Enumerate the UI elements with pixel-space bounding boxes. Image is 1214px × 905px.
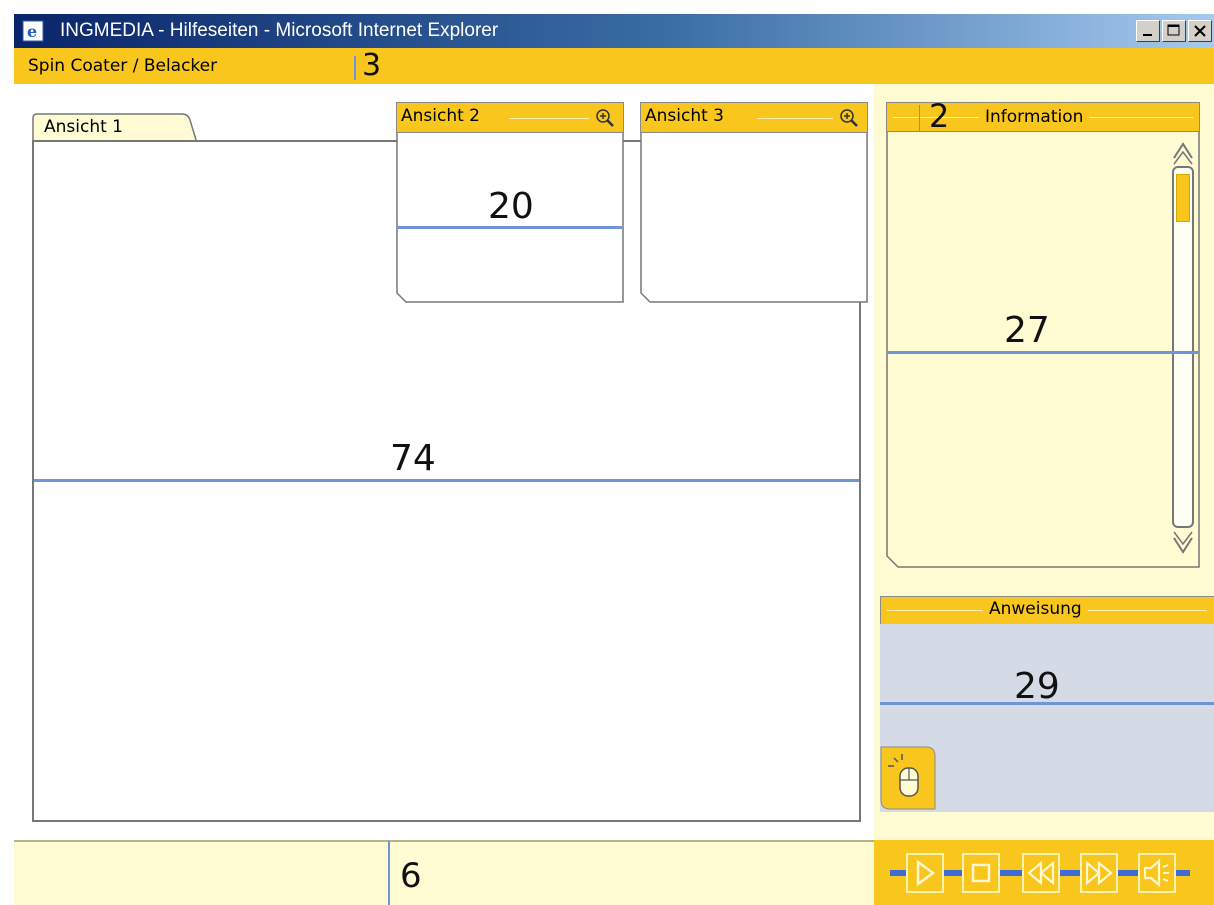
footer-annotation: 6 xyxy=(400,856,422,896)
view-title: Ansicht 3 xyxy=(645,106,724,126)
header-divider xyxy=(354,56,356,80)
close-button[interactable] xyxy=(1188,20,1212,42)
footer-status xyxy=(388,840,874,905)
instruction-header: Anweisung xyxy=(880,596,1214,624)
maximize-icon xyxy=(1167,24,1180,36)
mouse-click-icon[interactable] xyxy=(880,746,936,810)
zoom-in-icon[interactable] xyxy=(839,108,859,128)
section-title: Spin Coater / Belacker xyxy=(28,56,218,76)
maximize-button[interactable] xyxy=(1162,20,1186,42)
footer-left xyxy=(14,840,388,905)
stop-button[interactable] xyxy=(962,853,1000,893)
window-title: INGMEDIA - Hilfeseiten - Microsoft Inter… xyxy=(60,20,499,41)
speaker-icon xyxy=(1143,858,1169,888)
section-header: Spin Coater / Belacker 3 xyxy=(14,48,1214,84)
play-icon xyxy=(916,859,936,887)
main-view-annotation: 74 xyxy=(390,438,436,479)
rewind-icon xyxy=(1027,860,1055,886)
zoom-in-icon[interactable] xyxy=(595,108,615,128)
browser-window: e INGMEDIA - Hilfeseiten - Microsoft Int… xyxy=(0,0,1214,905)
view-ansicht-3[interactable]: Ansicht 3 xyxy=(640,102,868,303)
view-header: Ansicht 3 xyxy=(640,102,868,133)
svg-text:e: e xyxy=(27,22,37,41)
information-header-annotation: 2 xyxy=(929,97,950,135)
view-title: Ansicht 2 xyxy=(401,106,480,126)
view-header: Ansicht 2 xyxy=(396,102,624,133)
volume-button[interactable] xyxy=(1138,853,1176,893)
information-annotation: 27 xyxy=(1004,310,1050,351)
title-bar: e INGMEDIA - Hilfeseiten - Microsoft Int… xyxy=(14,14,1214,48)
information-title: Information xyxy=(979,107,1090,127)
header-line xyxy=(509,118,589,119)
minimize-button[interactable] xyxy=(1136,20,1160,42)
scrollbar-thumb[interactable] xyxy=(1176,174,1190,222)
rewind-button[interactable] xyxy=(1022,853,1060,893)
header-annotation: 3 xyxy=(362,48,382,83)
close-icon xyxy=(1194,25,1206,37)
instruction-annotation: 29 xyxy=(1014,666,1060,707)
stop-icon xyxy=(971,863,991,883)
minimize-icon xyxy=(1143,34,1152,36)
fast-forward-icon xyxy=(1085,860,1113,886)
view-ansicht-2-annotation: 20 xyxy=(488,186,534,227)
tab-ansicht-1-label: Ansicht 1 xyxy=(44,117,123,137)
scroll-down-icon[interactable] xyxy=(1171,530,1195,558)
scroll-up-icon[interactable] xyxy=(1171,138,1195,166)
internet-explorer-icon: e xyxy=(22,20,44,42)
measurement-line xyxy=(888,351,1198,354)
play-button[interactable] xyxy=(906,853,944,893)
measurement-line xyxy=(34,479,859,482)
header-line xyxy=(757,118,833,119)
instruction-title: Anweisung xyxy=(983,599,1088,619)
fast-forward-button[interactable] xyxy=(1080,853,1118,893)
header-divider xyxy=(919,105,920,131)
information-header: 2 Information xyxy=(886,97,1200,135)
